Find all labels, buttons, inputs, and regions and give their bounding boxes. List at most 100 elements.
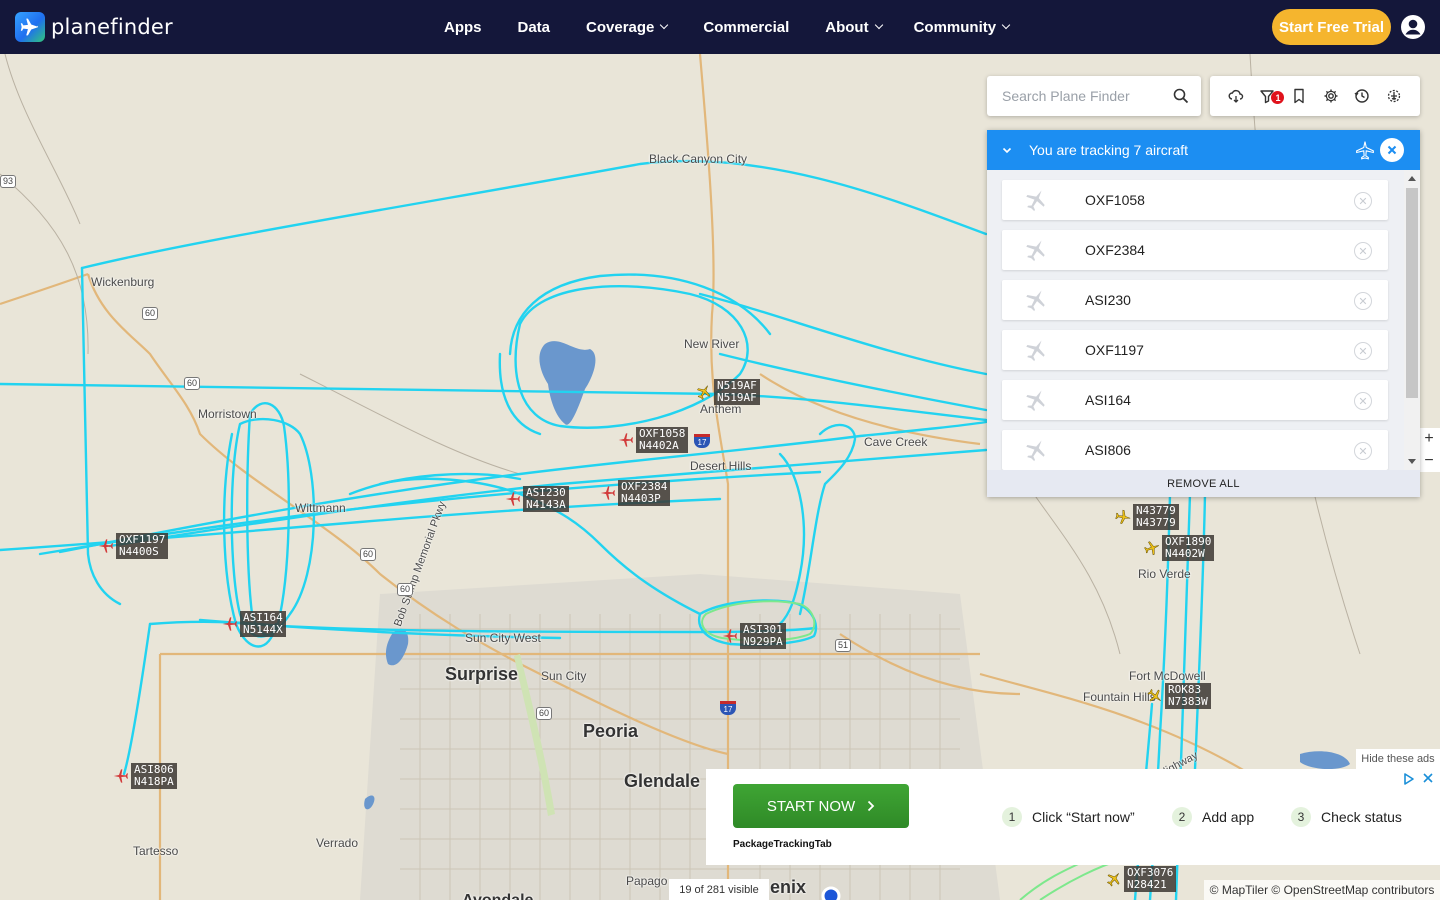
remove-icon[interactable]: ✕ — [1354, 442, 1372, 460]
aircraft-marker[interactable]: N519AF N519AF — [696, 379, 760, 405]
airport-icon[interactable] — [1383, 85, 1405, 107]
search-input[interactable] — [1002, 88, 1162, 104]
tracked-aircraft-row[interactable]: ASI164 ✕ — [1002, 380, 1388, 420]
plane-outline-icon[interactable] — [1354, 140, 1376, 163]
nav-commercial[interactable]: Commercial — [703, 19, 789, 36]
tracked-callsign: OXF1058 — [1085, 192, 1145, 208]
ad-close-icon[interactable] — [1422, 772, 1434, 784]
place-label: New River — [684, 337, 740, 351]
nav-coverage[interactable]: Coverage — [586, 19, 669, 36]
aircraft-marker[interactable]: ROK83 N7383W — [1147, 683, 1211, 709]
list-scrollbar[interactable] — [1404, 170, 1420, 470]
aircraft-reg: N43779 — [1136, 516, 1176, 529]
aircraft-marker[interactable]: OXF1197 N4400S — [98, 533, 169, 559]
aircraft-reg: N4403P — [621, 492, 661, 505]
yellow-plane-icon — [1107, 873, 1120, 887]
tracked-callsign: ASI164 — [1085, 392, 1131, 408]
bookmark-icon[interactable] — [1288, 85, 1310, 107]
tracked-callsign: ASI230 — [1085, 292, 1131, 308]
nav-commercial-label: Commercial — [703, 18, 790, 36]
nav-community[interactable]: Community — [914, 19, 1011, 36]
history-clock-icon[interactable] — [1351, 85, 1373, 107]
scroll-down-icon[interactable] — [1408, 459, 1416, 464]
settings-gear-icon[interactable] — [1320, 85, 1342, 107]
place-label: Avondale — [462, 892, 533, 900]
aircraft-marker[interactable]: ASI806 N418PA — [113, 763, 177, 789]
scroll-up-icon[interactable] — [1408, 176, 1416, 181]
plane-icon — [1026, 290, 1045, 312]
chevron-down-icon — [874, 20, 883, 30]
aircraft-reg: N519AF — [717, 391, 757, 404]
tracked-aircraft-row[interactable]: ASI230 ✕ — [1002, 280, 1388, 320]
aircraft-marker[interactable]: OXF1058 N4402A — [618, 427, 689, 453]
place-label: Verrado — [316, 836, 359, 850]
adchoices-icon[interactable] — [1402, 772, 1416, 786]
planefinder-logo[interactable]: planefinder — [15, 12, 173, 42]
zoom-out-button[interactable]: − — [1418, 450, 1440, 472]
close-icon[interactable] — [1380, 138, 1404, 162]
aircraft-reg: N4402W — [1165, 547, 1205, 560]
remove-icon[interactable]: ✕ — [1354, 192, 1372, 210]
aircraft-label: ASI301 N929PA — [740, 623, 786, 649]
place-label: Fountain Hills — [1083, 690, 1156, 704]
place-label: Wickenburg — [91, 275, 155, 289]
tracked-aircraft-row[interactable]: OXF1058 ✕ — [1002, 180, 1388, 220]
start-free-trial-button[interactable]: Start Free Trial — [1272, 9, 1391, 45]
tracked-aircraft-row[interactable]: OXF1197 ✕ — [1002, 330, 1388, 370]
ad-step-label: Click “Start now” — [1032, 809, 1135, 825]
account-icon[interactable] — [1400, 14, 1426, 40]
aircraft-marker[interactable]: OXF2384 N4403P — [600, 480, 671, 506]
nav-apps[interactable]: Apps — [444, 19, 482, 36]
ad-step[interactable]: 1 Click “Start now” — [1002, 807, 1135, 827]
search-box — [987, 76, 1201, 116]
tracked-aircraft-row[interactable]: OXF2384 ✕ — [1002, 230, 1388, 270]
collapse-chevron-icon[interactable] — [1001, 144, 1013, 156]
remove-icon[interactable]: ✕ — [1354, 392, 1372, 410]
place-label: Peoria — [583, 721, 639, 741]
remove-icon[interactable]: ✕ — [1354, 242, 1372, 260]
aircraft-label: OXF2384 N4403P — [618, 480, 671, 506]
zoom-in-button[interactable]: + — [1418, 428, 1440, 450]
aircraft-marker[interactable]: N43779 N43779 — [1115, 504, 1179, 530]
place-label: Sun City — [541, 669, 587, 683]
ad-start-now-button[interactable]: START NOW — [733, 784, 909, 828]
nav-about[interactable]: About — [825, 19, 883, 36]
scroll-thumb[interactable] — [1406, 188, 1418, 398]
visible-aircraft-count: 19 of 281 visible — [669, 879, 769, 900]
aircraft-reg: N4402A — [639, 439, 679, 452]
tracking-panel-header[interactable]: You are tracking 7 aircraft — [987, 130, 1420, 170]
aircraft-marker[interactable]: ASI301 N929PA — [722, 623, 786, 649]
remove-icon[interactable]: ✕ — [1354, 342, 1372, 360]
nav-data[interactable]: Data — [518, 19, 551, 36]
ad-choices[interactable] — [1402, 772, 1434, 786]
hide-ads-link[interactable]: Hide these ads — [1356, 749, 1440, 769]
ad-brand-name: PackageTrackingTab — [733, 839, 832, 850]
aircraft-reg: N4143A — [526, 498, 566, 511]
search-icon[interactable] — [1173, 88, 1189, 104]
weather-cloud-icon[interactable] — [1225, 85, 1247, 107]
aircraft-marker[interactable]: OXF1890 N4402W — [1144, 535, 1215, 561]
place-label: Fort McDowell — [1129, 669, 1206, 683]
map-attribution[interactable]: © MapTiler © OpenStreetMap contributors — [1204, 880, 1440, 900]
aircraft-marker[interactable]: OXF3076 N28421 — [1106, 866, 1177, 892]
aircraft-marker[interactable]: ASI230 N4143A — [505, 486, 569, 512]
tracking-title: You are tracking 7 aircraft — [1029, 142, 1189, 158]
remove-icon[interactable]: ✕ — [1354, 292, 1372, 310]
tracked-callsign: ASI806 — [1085, 442, 1131, 458]
aircraft-marker[interactable]: ASI164 N5144X — [222, 611, 286, 637]
ad-step-label: Check status — [1321, 809, 1402, 825]
ad-step[interactable]: 3 Check status — [1291, 807, 1402, 827]
red-plane-icon — [600, 486, 615, 500]
place-label: Papago — [626, 874, 668, 888]
ad-step-number: 2 — [1172, 807, 1192, 827]
ad-step[interactable]: 2 Add app — [1172, 807, 1254, 827]
main-nav: Apps Data Coverage Commercial About Comm… — [444, 0, 1011, 54]
place-label: Rio Verde — [1138, 567, 1191, 581]
tracked-aircraft-row[interactable]: ASI806 ✕ — [1002, 430, 1388, 470]
aircraft-label: ROK83 N7383W — [1165, 683, 1211, 709]
filter-icon[interactable]: 1 — [1256, 85, 1285, 107]
tracked-callsign: OXF1197 — [1085, 342, 1144, 358]
place-label: Surprise — [445, 664, 519, 684]
remove-all-button[interactable]: REMOVE ALL — [987, 470, 1420, 497]
plane-icon — [1026, 440, 1045, 462]
